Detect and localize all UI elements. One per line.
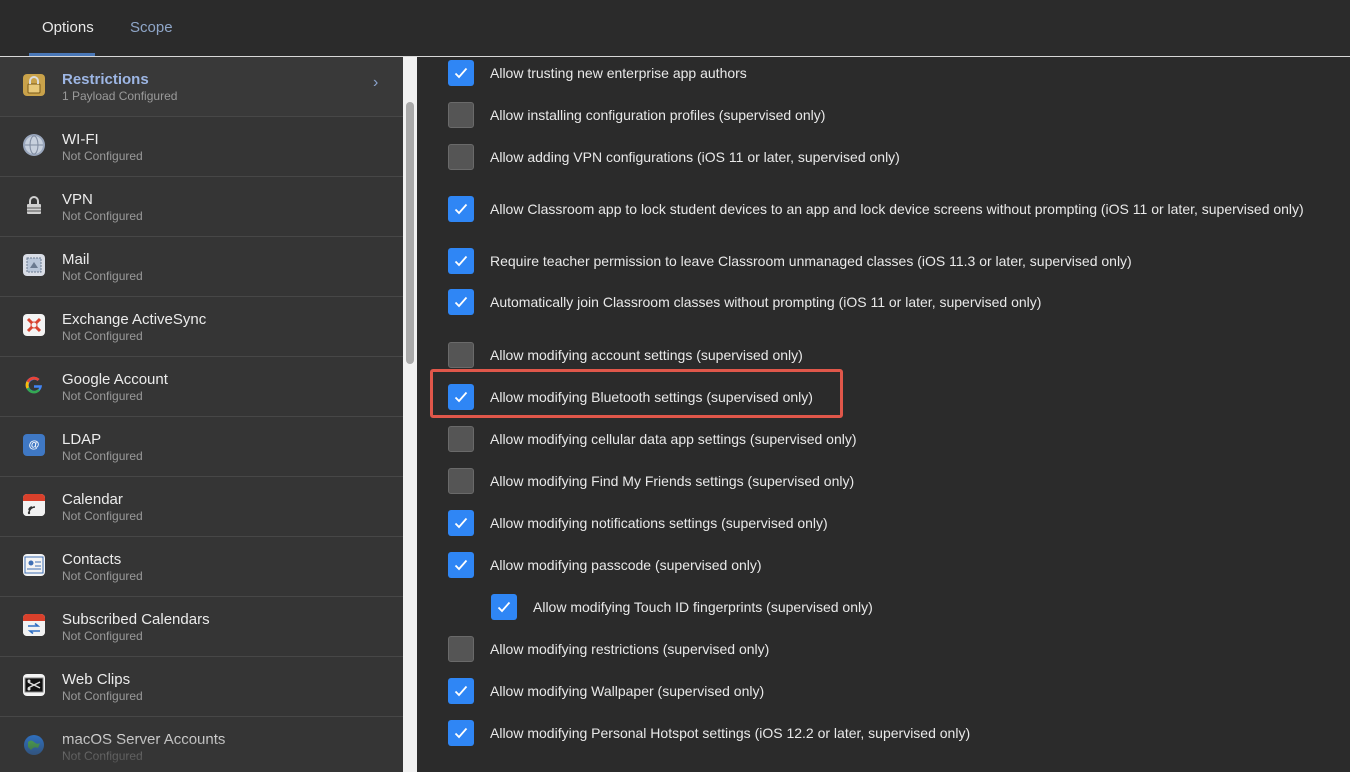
option-label: Allow trusting new enterprise app author… — [490, 65, 747, 81]
exchange-icon — [23, 314, 45, 336]
checkbox-unchecked[interactable] — [448, 426, 474, 452]
sidebar-item-title: Web Clips — [62, 671, 131, 688]
option-label: Allow Classroom app to lock student devi… — [490, 201, 1304, 217]
checkbox-checked[interactable] — [448, 678, 474, 704]
sidebar-item-status: Not Configured — [62, 509, 143, 523]
option-label: Require teacher permission to leave Clas… — [490, 253, 1132, 269]
checkbox-checked[interactable] — [448, 720, 474, 746]
lock-icon — [23, 74, 45, 96]
sidebar-item-calendar[interactable]: Calendar Not Configured — [0, 477, 403, 537]
checkmark-icon — [497, 601, 511, 613]
contacts-icon — [23, 554, 45, 576]
option-label: Allow modifying restrictions (supervised… — [490, 641, 770, 657]
sidebar-item-status: Not Configured — [62, 689, 143, 703]
checkmark-icon — [454, 255, 468, 267]
option-label: Allow modifying Touch ID fingerprints (s… — [533, 599, 873, 615]
checkbox-unchecked[interactable] — [448, 342, 474, 368]
vpn-lock-icon — [23, 194, 45, 216]
checkmark-icon — [454, 685, 468, 697]
google-icon — [23, 374, 45, 396]
sidebar-item-status: Not Configured — [62, 269, 143, 283]
chevron-right-icon: › — [373, 74, 379, 91]
checkbox-unchecked[interactable] — [448, 468, 474, 494]
server-globe-icon — [23, 734, 45, 756]
checkmark-icon — [454, 391, 468, 403]
checkbox-checked[interactable] — [448, 384, 474, 410]
sidebar-item-subscribed-calendars[interactable]: Subscribed Calendars Not Configured — [0, 597, 403, 657]
tab-scope[interactable]: Scope — [130, 19, 173, 37]
sidebar-item-title: Exchange ActiveSync — [62, 311, 207, 328]
sidebar-item-status: Not Configured — [62, 749, 143, 763]
sidebar-item-title: macOS Server Accounts — [62, 731, 226, 748]
sidebar-item-status: Not Configured — [62, 449, 143, 463]
sidebar-item-title: Restrictions — [62, 71, 149, 88]
sidebar-item-status: Not Configured — [62, 149, 143, 163]
sidebar-item-title: VPN — [62, 191, 93, 208]
option-label: Allow modifying Find My Friends settings… — [490, 473, 855, 489]
sidebar-item-exchange[interactable]: Exchange ActiveSync Not Configured — [0, 297, 403, 357]
active-tab-indicator — [29, 53, 95, 56]
sidebar-item-status: Not Configured — [62, 389, 143, 403]
checkbox-unchecked[interactable] — [448, 144, 474, 170]
option-label: Allow modifying account settings (superv… — [490, 347, 803, 363]
checkbox-checked[interactable] — [491, 594, 517, 620]
sidebar-item-title: Calendar — [62, 491, 123, 508]
option-label: Automatically join Classroom classes wit… — [490, 294, 1042, 310]
payload-sidebar: Restrictions 1 Payload Configured › WI-F… — [0, 57, 403, 772]
sidebar-item-vpn[interactable]: VPN Not Configured — [0, 177, 403, 237]
checkmark-icon — [454, 67, 468, 79]
checkbox-checked[interactable] — [448, 60, 474, 86]
ldap-book-icon: @ — [23, 434, 45, 456]
sidebar-scrollbar-thumb[interactable] — [406, 102, 414, 364]
option-label: Allow adding VPN configurations (iOS 11 … — [490, 149, 900, 165]
sidebar-item-title: Mail — [62, 251, 90, 268]
sidebar-item-status: Not Configured — [62, 629, 143, 643]
sidebar-item-title: Subscribed Calendars — [62, 611, 210, 628]
checkmark-icon — [454, 517, 468, 529]
checkmark-icon — [454, 296, 468, 308]
checkbox-checked[interactable] — [448, 248, 474, 274]
option-label: Allow modifying Bluetooth settings (supe… — [490, 389, 813, 405]
checkbox-unchecked[interactable] — [448, 636, 474, 662]
sidebar-item-status: 1 Payload Configured — [62, 89, 178, 103]
sidebar-item-google-account[interactable]: Google Account Not Configured — [0, 357, 403, 417]
sidebar-item-wifi[interactable]: WI-FI Not Configured — [0, 117, 403, 177]
sidebar-item-title: WI-FI — [62, 131, 99, 148]
checkmark-icon — [454, 203, 468, 215]
option-label: Allow installing configuration profiles … — [490, 107, 826, 123]
sidebar-item-status: Not Configured — [62, 569, 143, 583]
checkbox-checked[interactable] — [448, 196, 474, 222]
sidebar-item-restrictions[interactable]: Restrictions 1 Payload Configured › — [0, 57, 403, 117]
sidebar-item-ldap[interactable]: @ LDAP Not Configured — [0, 417, 403, 477]
sidebar-item-title: LDAP — [62, 431, 102, 448]
sidebar-item-title: Contacts — [62, 551, 122, 568]
subscribed-calendar-icon — [23, 614, 45, 636]
restrictions-options-panel: Allow trusting new enterprise app author… — [417, 57, 1350, 772]
option-label: Allow modifying notifications settings (… — [490, 515, 828, 531]
checkbox-unchecked[interactable] — [448, 102, 474, 128]
calendar-icon — [23, 494, 45, 516]
mail-stamp-icon — [23, 254, 45, 276]
web-clip-icon — [23, 674, 45, 696]
tab-options[interactable]: Options — [42, 19, 94, 37]
option-label: Allow modifying cellular data app settin… — [490, 431, 857, 447]
wifi-globe-icon — [23, 134, 45, 156]
checkmark-icon — [454, 727, 468, 739]
sidebar-item-title: Google Account — [62, 371, 168, 388]
checkmark-icon — [454, 559, 468, 571]
option-label: Allow modifying passcode (supervised onl… — [490, 557, 762, 573]
sidebar-item-web-clips[interactable]: Web Clips Not Configured — [0, 657, 403, 717]
sidebar-item-mail[interactable]: Mail Not Configured — [0, 237, 403, 297]
checkbox-checked[interactable] — [448, 289, 474, 315]
sidebar-item-contacts[interactable]: Contacts Not Configured — [0, 537, 403, 597]
sidebar-item-macos-server-accounts[interactable]: macOS Server Accounts Not Configured — [0, 717, 403, 772]
option-label: Allow modifying Personal Hotspot setting… — [490, 725, 971, 741]
checkbox-checked[interactable] — [448, 510, 474, 536]
tab-bar: Options Scope — [0, 0, 1350, 57]
sidebar-item-status: Not Configured — [62, 329, 143, 343]
checkbox-checked[interactable] — [448, 552, 474, 578]
option-label: Allow modifying Wallpaper (supervised on… — [490, 683, 765, 699]
sidebar-item-status: Not Configured — [62, 209, 143, 223]
